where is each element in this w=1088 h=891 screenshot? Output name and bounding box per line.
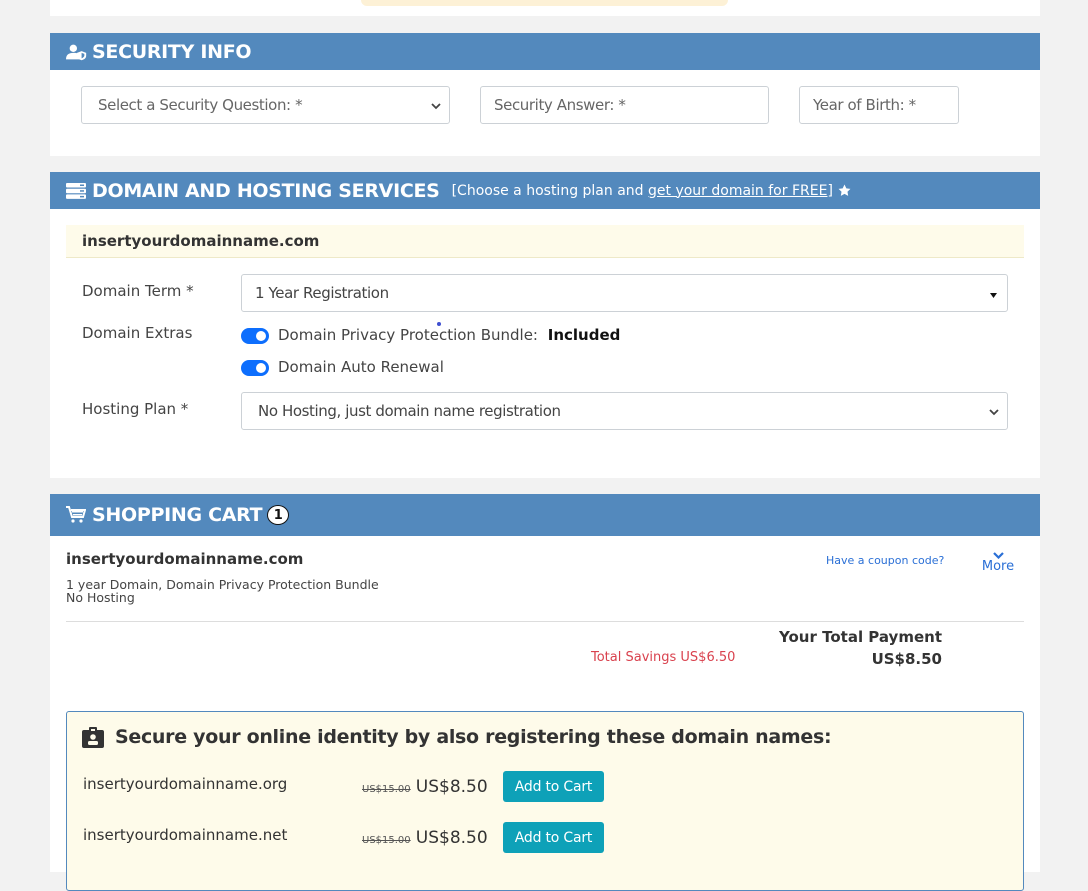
domain-extras-label: Domain Extras bbox=[82, 324, 193, 342]
total-payment-value: US$8.50 bbox=[871, 650, 942, 668]
domain-term-label: Domain Term * bbox=[82, 282, 194, 300]
more-label: More bbox=[981, 559, 1015, 574]
upsell-new-price: US$8.50 bbox=[415, 828, 488, 848]
cart-item-hosting: No Hosting bbox=[66, 590, 135, 605]
security-question-select[interactable]: Select a Security Question: * bbox=[81, 86, 450, 124]
shopping-cart-title: SHOPPING CART bbox=[92, 504, 263, 526]
server-icon bbox=[66, 181, 88, 201]
privacy-protection-text: Domain Privacy Protection Bundle: bbox=[278, 326, 538, 344]
hosting-plan-label: Hosting Plan * bbox=[82, 400, 189, 418]
subtitle-suffix: ] bbox=[827, 182, 833, 199]
auto-renewal-toggle[interactable] bbox=[241, 360, 269, 376]
chevron-down-icon bbox=[992, 552, 1004, 559]
cart-item-name: insertyourdomainname.com bbox=[66, 550, 304, 568]
id-badge-icon bbox=[82, 727, 104, 748]
domain-term-select[interactable]: 1 Year Registration bbox=[241, 274, 1008, 312]
add-to-cart-button[interactable]: Add to Cart bbox=[503, 771, 604, 802]
upsell-old-price: US$15.00 bbox=[362, 784, 411, 795]
selected-domain-name: insertyourdomainname.com bbox=[82, 232, 320, 250]
star-icon bbox=[838, 184, 851, 197]
upsell-domain: insertyourdomainname.net bbox=[83, 826, 288, 844]
add-to-cart-button[interactable]: Add to Cart bbox=[503, 822, 604, 853]
upsell-title: Secure your online identity by also regi… bbox=[115, 726, 832, 748]
cart-count-badge: 1 bbox=[267, 505, 290, 525]
previous-section-panel bbox=[50, 0, 1040, 16]
year-of-birth-input[interactable]: Year of Birth: * bbox=[799, 86, 959, 124]
shopping-cart-header: SHOPPING CART 1 bbox=[50, 494, 1040, 536]
year-of-birth-placeholder: Year of Birth: * bbox=[813, 96, 916, 114]
cart-divider bbox=[66, 621, 1024, 622]
domain-name-bar: insertyourdomainname.com bbox=[66, 225, 1024, 258]
cursor-dot bbox=[437, 322, 441, 326]
upsell-old-price: US$15.00 bbox=[362, 835, 411, 846]
upsell-domain: insertyourdomainname.org bbox=[83, 775, 288, 793]
security-info-header: SECURITY INFO bbox=[50, 33, 1040, 70]
security-answer-placeholder: Security Answer: * bbox=[494, 96, 626, 114]
subtitle-prefix: [Choose a hosting plan and bbox=[451, 182, 648, 199]
upsell-row: insertyourdomainname.net US$15.00 US$8.5… bbox=[67, 821, 1023, 861]
upsell-row: insertyourdomainname.org US$15.00 US$8.5… bbox=[67, 770, 1023, 810]
upsell-price: US$15.00 US$8.50 bbox=[362, 828, 488, 848]
domain-hosting-header: DOMAIN AND HOSTING SERVICES [Choose a ho… bbox=[50, 172, 1040, 209]
total-savings: Total Savings US$6.50 bbox=[591, 650, 736, 665]
auto-renewal-label: Domain Auto Renewal bbox=[278, 358, 444, 376]
security-question-placeholder: Select a Security Question: * bbox=[98, 96, 303, 114]
shopping-cart-panel: insertyourdomainname.com 1 year Domain, … bbox=[50, 536, 1040, 891]
domain-hosting-title: DOMAIN AND HOSTING SERVICES bbox=[92, 179, 440, 202]
privacy-protection-label: Domain Privacy Protection Bundle: Includ… bbox=[278, 326, 620, 344]
security-answer-input[interactable]: Security Answer: * bbox=[480, 86, 769, 124]
upsell-new-price: US$8.50 bbox=[415, 777, 488, 797]
security-info-panel: Select a Security Question: * Security A… bbox=[50, 70, 1040, 156]
upsell-price: US$15.00 US$8.50 bbox=[362, 777, 488, 797]
cart-icon bbox=[66, 505, 88, 525]
security-info-title: SECURITY INFO bbox=[92, 40, 252, 63]
caret-down-icon bbox=[990, 284, 997, 302]
hosting-plan-value: No Hosting, just domain name registratio… bbox=[258, 402, 561, 420]
domain-hosting-subtitle: [Choose a hosting plan and get your doma… bbox=[452, 183, 833, 199]
notice-bar-remnant bbox=[361, 0, 728, 6]
hosting-plan-select[interactable]: No Hosting, just domain name registratio… bbox=[241, 392, 1008, 430]
chevron-down-icon bbox=[431, 96, 441, 114]
chevron-down-icon bbox=[989, 402, 999, 420]
privacy-status: Included bbox=[547, 326, 621, 344]
free-domain-link[interactable]: get your domain for FREE bbox=[648, 183, 827, 199]
upsell-box: Secure your online identity by also regi… bbox=[66, 711, 1024, 891]
domain-hosting-panel: insertyourdomainname.com Domain Term * 1… bbox=[50, 209, 1040, 478]
privacy-protection-toggle[interactable] bbox=[241, 328, 269, 344]
user-shield-icon bbox=[66, 42, 88, 62]
domain-term-value: 1 Year Registration bbox=[255, 284, 389, 302]
more-toggle[interactable]: More bbox=[980, 552, 1016, 574]
total-payment-label: Your Total Payment bbox=[779, 628, 942, 646]
coupon-code-link[interactable]: Have a coupon code? bbox=[826, 554, 944, 567]
